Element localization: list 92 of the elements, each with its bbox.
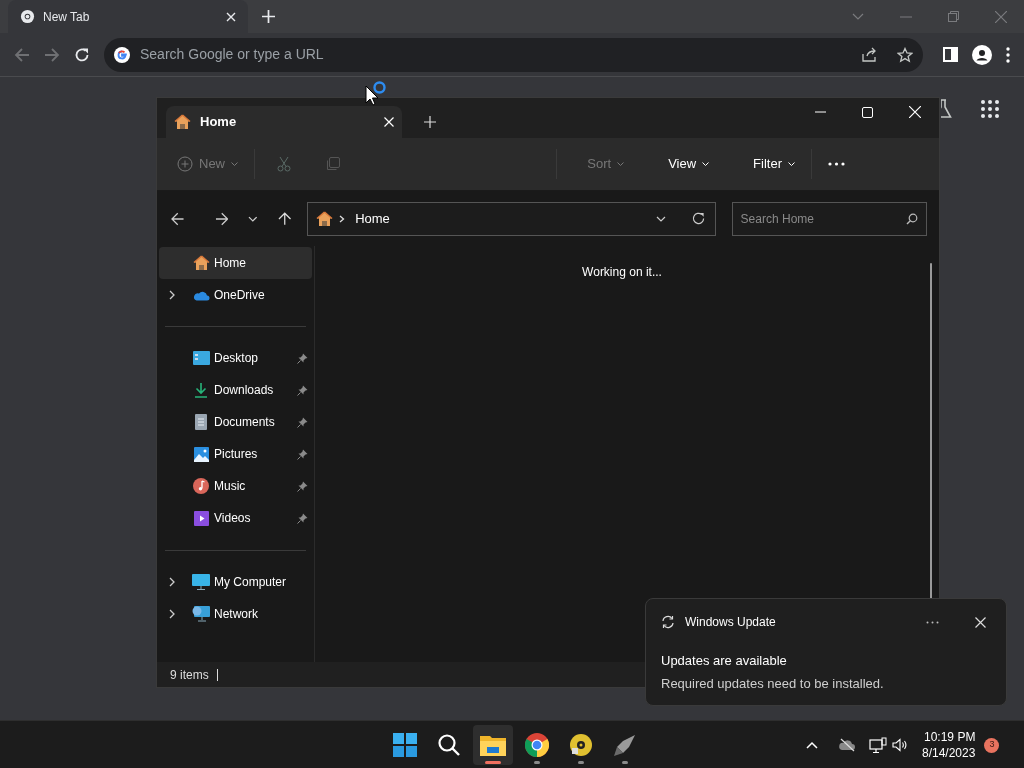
google-icon [114,46,130,63]
cloud-off-icon[interactable] [838,738,856,752]
sidebar-item[interactable]: My Computer [159,566,312,598]
video-icon [193,510,209,526]
sidebar-item[interactable]: Downloads [159,374,312,406]
sidebar-item[interactable]: Videos [159,502,312,534]
copy-icon [325,156,340,172]
menu-icon[interactable] [1006,46,1010,63]
cloud-icon [192,289,210,301]
disc-icon [569,733,593,757]
expand-chevron-icon[interactable] [169,290,175,300]
tab-title: New Tab [43,8,91,26]
apps-grid-icon[interactable] [981,100,999,118]
filter-button[interactable]: Filter [745,148,803,180]
tab-title: Home [200,113,238,132]
scrollbar[interactable] [930,263,932,599]
pin-icon[interactable] [297,480,308,492]
document-icon [195,414,207,430]
caret-icon [617,162,625,166]
sidebar-item[interactable]: Music [159,470,312,502]
search-field[interactable]: Search Home [731,201,927,236]
folder-icon [480,734,506,756]
plus-circle-icon [177,156,193,172]
sidebar-item[interactable]: Pictures [159,438,312,470]
side-panel-icon[interactable] [943,47,958,62]
reload-icon[interactable] [74,46,90,63]
volume-icon[interactable] [892,738,908,752]
network-icon[interactable] [869,736,887,754]
more-icon [828,162,845,166]
caret-icon [788,162,795,166]
pin-icon[interactable] [297,416,308,428]
loading-message: Working on it... [582,264,662,281]
maximize-icon[interactable] [862,106,873,118]
tab-search-icon[interactable] [852,12,864,21]
star-icon[interactable] [897,46,913,63]
search-placeholder: Search Home [740,210,815,228]
pin-icon[interactable] [297,352,308,364]
caret-icon [702,162,710,166]
pin-icon[interactable] [297,384,308,396]
pin-icon[interactable] [297,448,308,460]
restore-icon[interactable] [948,11,959,22]
scissors-icon [277,156,291,172]
item-count: 9 items [170,666,209,684]
sidebar-item[interactable]: OneDrive [159,279,312,311]
breadcrumb[interactable]: Home [355,208,650,229]
sidebar-item[interactable]: Desktop [159,342,312,374]
dropdown-icon[interactable] [655,215,666,222]
view-button[interactable]: View [660,148,718,180]
more-icon[interactable] [926,620,939,624]
sidebar-item[interactable]: Network [159,598,312,630]
up-icon[interactable] [277,211,292,226]
search-icon [437,733,461,757]
download-icon [194,382,208,398]
notification-app: Windows Update [685,614,777,631]
search-icon[interactable] [906,212,918,225]
recent-locations-icon[interactable] [248,215,258,222]
omnibox-placeholder: Search Google or type a URL [140,45,325,64]
pin-icon[interactable] [297,512,308,524]
home-icon [174,114,191,130]
loading-cursor-icon [365,80,387,106]
sidebar-item[interactable]: Home [159,247,312,279]
expand-chevron-icon[interactable] [169,609,175,619]
explorer-tab[interactable]: Home [166,106,402,138]
chevron-up-icon[interactable] [806,741,818,749]
network-icon [192,606,210,622]
refresh-icon[interactable] [691,212,705,225]
home-icon [316,210,334,227]
windows-logo-icon [393,733,417,757]
desktop-icon [192,351,210,365]
taskbar-app[interactable] [473,725,513,765]
sync-icon [661,615,675,629]
monitor-icon [192,574,210,590]
pictures-icon [193,446,209,462]
clock-time[interactable]: 10:19 PM [924,729,976,745]
caret-icon [231,162,238,166]
new-tab-icon[interactable] [424,116,436,128]
notification-badge[interactable]: 3 [984,737,1000,753]
home-icon [192,255,210,271]
expand-chevron-icon[interactable] [169,577,175,587]
notification-title: Updates are available [661,652,788,670]
flask-icon[interactable] [941,99,952,119]
share-icon[interactable] [861,46,877,63]
sidebar-item[interactable]: Documents [159,406,312,438]
clock-date[interactable]: 8/14/2023 [922,745,976,761]
chevron-icon [339,214,346,223]
address-bar[interactable]: Home [307,201,716,236]
notification-body: Required updates need to be installed. [661,674,885,693]
profile-icon[interactable] [972,44,992,65]
new-tab-icon[interactable] [262,10,275,23]
browser-tab[interactable]: New Tab [8,0,248,33]
music-icon [193,478,209,494]
omnibox[interactable]: Search Google or type a URL [104,37,923,72]
